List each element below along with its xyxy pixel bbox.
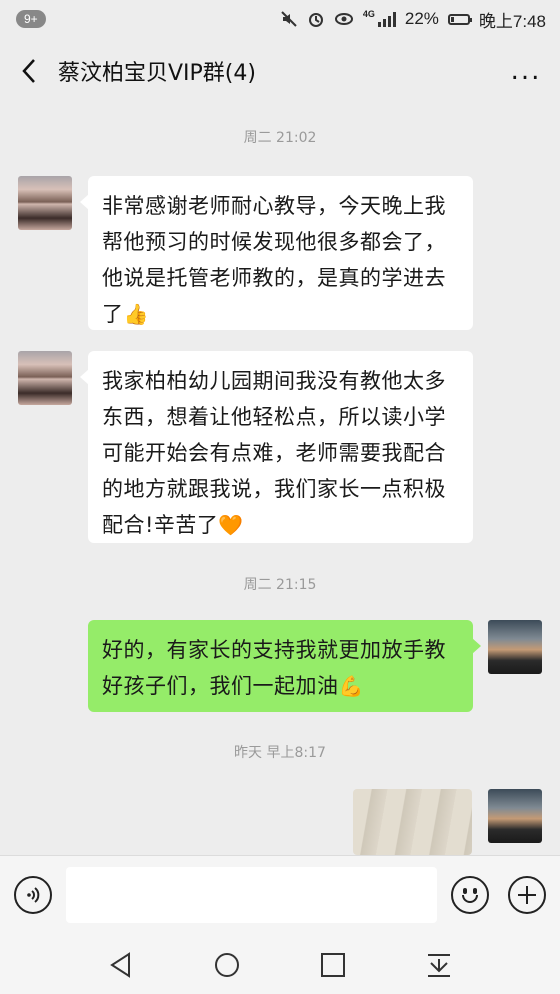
chat-title: 蔡汶柏宝贝VIP群(4) bbox=[58, 61, 256, 86]
avatar[interactable] bbox=[488, 789, 542, 843]
chat-header: 蔡汶柏宝贝VIP群(4) ... bbox=[0, 38, 560, 104]
received-message[interactable]: 非常感谢老师耐心教导，今天晚上我帮他预习的时候发现他很多都会了，他说是托管老师教… bbox=[80, 176, 473, 330]
square-recent-icon[interactable] bbox=[319, 951, 347, 979]
back-button[interactable] bbox=[12, 51, 46, 91]
avatar[interactable] bbox=[18, 351, 72, 405]
avatar[interactable] bbox=[18, 176, 72, 230]
message-text: 好的，有家长的支持我就更加放手教好孩子们，我们一起加油 bbox=[102, 638, 446, 698]
voice-button[interactable] bbox=[14, 876, 52, 914]
timestamp: 周二 21:02 bbox=[243, 130, 317, 146]
battery-level bbox=[450, 16, 455, 22]
received-message[interactable]: 我家柏柏幼儿园期间我没有教他太多东西，想着让他轻松点，所以读小学可能开始会有点难… bbox=[80, 351, 473, 543]
flexed-biceps-emoji: 💪 bbox=[338, 674, 364, 698]
triangle-back-icon[interactable] bbox=[107, 951, 135, 979]
avatar[interactable] bbox=[488, 620, 542, 674]
network-label: 4G bbox=[362, 9, 375, 19]
circle-home-icon[interactable] bbox=[213, 951, 241, 979]
message-text: 非常感谢老师耐心教导，今天晚上我帮他预习的时候发现他很多都会了，他说是托管老师教… bbox=[102, 194, 446, 326]
alarm-icon bbox=[308, 13, 323, 27]
timestamp: 昨天 早上8:17 bbox=[234, 745, 326, 761]
plus-button[interactable] bbox=[508, 876, 546, 914]
voice-icon bbox=[27, 887, 40, 903]
message-text: 我家柏柏幼儿园期间我没有教他太多东西，想着让他轻松点，所以读小学可能开始会有点难… bbox=[102, 369, 446, 537]
mute-icon bbox=[281, 11, 297, 27]
sent-message[interactable]: 好的，有家长的支持我就更加放手教好孩子们，我们一起加油💪 bbox=[88, 620, 481, 712]
timestamp: 周二 21:15 bbox=[243, 577, 317, 593]
input-bar bbox=[0, 855, 560, 933]
eye-icon bbox=[334, 13, 353, 25]
notification-badge: 9+ bbox=[16, 10, 46, 28]
battery-icon bbox=[447, 13, 472, 25]
clock: 晚上7:48 bbox=[478, 11, 546, 31]
status-icons: 4G 22% 晚上7:48 bbox=[280, 7, 546, 32]
image-message[interactable] bbox=[353, 789, 472, 855]
thumbs-up-emoji: 👍 bbox=[123, 302, 149, 326]
signal-icon bbox=[377, 11, 396, 27]
system-nav-bar bbox=[0, 933, 560, 994]
status-bar: 9+ 4G 22% 晚上7:48 bbox=[0, 0, 560, 38]
back-arrow-icon bbox=[22, 59, 35, 83]
battery-percent: 22% bbox=[404, 9, 439, 28]
emoji-button[interactable] bbox=[451, 876, 489, 914]
pull-down-icon[interactable] bbox=[425, 951, 453, 979]
message-input[interactable] bbox=[66, 867, 437, 923]
more-options-button[interactable]: ... bbox=[506, 56, 546, 86]
orange-heart-emoji: 🧡 bbox=[218, 513, 244, 537]
